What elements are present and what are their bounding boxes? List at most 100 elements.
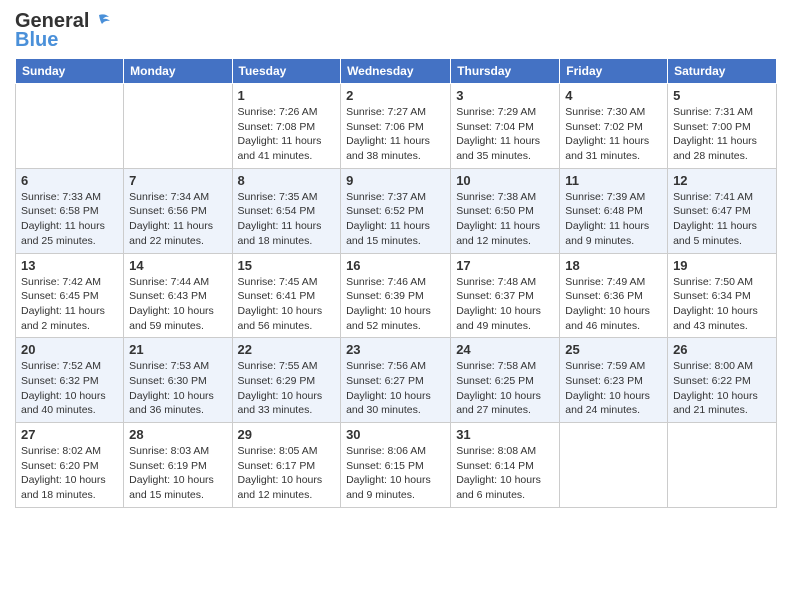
calendar-cell: 17 Sunrise: 7:48 AMSunset: 6:37 PMDayligh… [451, 253, 560, 338]
calendar-cell: 14Sunrise: 7:44 AMSunset: 6:43 PMDayligh… [124, 253, 232, 338]
calendar-cell: 16 Sunrise: 7:46 AMSunset: 6:39 PMDayligh… [341, 253, 451, 338]
day-info: Sunrise: 7:39 AMSunset: 6:48 PMDaylight:… [565, 190, 662, 249]
day-info: Sunrise: 8:06 AMSunset: 6:15 PMDaylight:… [346, 444, 445, 503]
calendar-cell: 11 Sunrise: 7:39 AMSunset: 6:48 PMDayligh… [560, 168, 668, 253]
day-info: Sunrise: 7:59 AMSunset: 6:23 PMDaylight:… [565, 359, 662, 418]
day-info: Sunrise: 7:38 AMSunset: 6:50 PMDaylight:… [456, 190, 554, 249]
day-number: 6 [21, 173, 118, 188]
calendar-cell: 20Sunrise: 7:52 AMSunset: 6:32 PMDayligh… [16, 338, 124, 423]
day-number: 21 [129, 342, 226, 357]
calendar-cell: 15Sunrise: 7:45 AMSunset: 6:41 PMDayligh… [232, 253, 341, 338]
day-number: 5 [673, 88, 771, 103]
day-number: 23 [346, 342, 445, 357]
day-number: 9 [346, 173, 445, 188]
logo-blue: Blue [15, 29, 58, 52]
day-info: Sunrise: 7:33 AMSunset: 6:58 PMDaylight:… [21, 190, 118, 249]
page: General Blue SundayMondayTuesdayWednesda… [0, 0, 792, 523]
day-number: 2 [346, 88, 445, 103]
calendar-week-row: 20Sunrise: 7:52 AMSunset: 6:32 PMDayligh… [16, 338, 777, 423]
day-number: 28 [129, 427, 226, 442]
day-info: Sunrise: 8:08 AMSunset: 6:14 PMDaylight:… [456, 444, 554, 503]
logo-bird-icon [91, 11, 113, 33]
day-info: Sunrise: 8:05 AMSunset: 6:17 PMDaylight:… [238, 444, 336, 503]
day-number: 22 [238, 342, 336, 357]
calendar-cell: 26 Sunrise: 8:00 AMSunset: 6:22 PMDayligh… [668, 338, 777, 423]
day-number: 26 [673, 342, 771, 357]
day-number: 29 [238, 427, 336, 442]
day-number: 30 [346, 427, 445, 442]
calendar-cell: 12 Sunrise: 7:41 AMSunset: 6:47 PMDayligh… [668, 168, 777, 253]
day-number: 3 [456, 88, 554, 103]
day-number: 13 [21, 258, 118, 273]
weekday-header-sunday: Sunday [16, 59, 124, 84]
day-info: Sunrise: 7:49 AMSunset: 6:36 PMDaylight:… [565, 275, 662, 334]
day-info: Sunrise: 7:27 AMSunset: 7:06 PMDaylight:… [346, 105, 445, 164]
day-info: Sunrise: 7:26 AMSunset: 7:08 PMDaylight:… [238, 105, 336, 164]
day-info: Sunrise: 7:29 AMSunset: 7:04 PMDaylight:… [456, 105, 554, 164]
day-info: Sunrise: 7:56 AMSunset: 6:27 PMDaylight:… [346, 359, 445, 418]
day-info: Sunrise: 7:34 AMSunset: 6:56 PMDaylight:… [129, 190, 226, 249]
calendar-cell: 31 Sunrise: 8:08 AMSunset: 6:14 PMDayligh… [451, 423, 560, 508]
calendar-cell: 30 Sunrise: 8:06 AMSunset: 6:15 PMDayligh… [341, 423, 451, 508]
header: General Blue [15, 10, 777, 52]
day-number: 25 [565, 342, 662, 357]
calendar-week-row: 27 Sunrise: 8:02 AMSunset: 6:20 PMDayligh… [16, 423, 777, 508]
day-info: Sunrise: 8:00 AMSunset: 6:22 PMDaylight:… [673, 359, 771, 418]
day-info: Sunrise: 7:50 AMSunset: 6:34 PMDaylight:… [673, 275, 771, 334]
calendar-cell: 19Sunrise: 7:50 AMSunset: 6:34 PMDayligh… [668, 253, 777, 338]
calendar-cell: 2 Sunrise: 7:27 AMSunset: 7:06 PMDaylight… [341, 84, 451, 169]
day-info: Sunrise: 7:48 AMSunset: 6:37 PMDaylight:… [456, 275, 554, 334]
calendar-cell: 23 Sunrise: 7:56 AMSunset: 6:27 PMDayligh… [341, 338, 451, 423]
logo: General Blue [15, 10, 113, 52]
calendar-cell: 22 Sunrise: 7:55 AMSunset: 6:29 PMDayligh… [232, 338, 341, 423]
day-number: 14 [129, 258, 226, 273]
day-info: Sunrise: 7:35 AMSunset: 6:54 PMDaylight:… [238, 190, 336, 249]
weekday-header-friday: Friday [560, 59, 668, 84]
day-info: Sunrise: 7:42 AMSunset: 6:45 PMDaylight:… [21, 275, 118, 334]
weekday-header-thursday: Thursday [451, 59, 560, 84]
day-number: 18 [565, 258, 662, 273]
day-info: Sunrise: 7:53 AMSunset: 6:30 PMDaylight:… [129, 359, 226, 418]
weekday-header-wednesday: Wednesday [341, 59, 451, 84]
day-number: 16 [346, 258, 445, 273]
day-info: Sunrise: 7:30 AMSunset: 7:02 PMDaylight:… [565, 105, 662, 164]
day-number: 1 [238, 88, 336, 103]
day-info: Sunrise: 7:41 AMSunset: 6:47 PMDaylight:… [673, 190, 771, 249]
day-info: Sunrise: 8:02 AMSunset: 6:20 PMDaylight:… [21, 444, 118, 503]
day-number: 20 [21, 342, 118, 357]
calendar-cell: 5 Sunrise: 7:31 AMSunset: 7:00 PMDaylight… [668, 84, 777, 169]
calendar-cell [16, 84, 124, 169]
day-number: 31 [456, 427, 554, 442]
day-number: 8 [238, 173, 336, 188]
calendar-cell: 10 Sunrise: 7:38 AMSunset: 6:50 PMDayligh… [451, 168, 560, 253]
calendar-cell: 1 Sunrise: 7:26 AMSunset: 7:08 PMDaylight… [232, 84, 341, 169]
day-number: 15 [238, 258, 336, 273]
calendar-cell [668, 423, 777, 508]
calendar-week-row: 6 Sunrise: 7:33 AMSunset: 6:58 PMDaylight… [16, 168, 777, 253]
day-number: 11 [565, 173, 662, 188]
calendar-cell: 28 Sunrise: 8:03 AMSunset: 6:19 PMDayligh… [124, 423, 232, 508]
weekday-header-monday: Monday [124, 59, 232, 84]
day-number: 10 [456, 173, 554, 188]
day-number: 7 [129, 173, 226, 188]
day-number: 17 [456, 258, 554, 273]
day-info: Sunrise: 7:55 AMSunset: 6:29 PMDaylight:… [238, 359, 336, 418]
calendar-cell: 6 Sunrise: 7:33 AMSunset: 6:58 PMDaylight… [16, 168, 124, 253]
calendar-week-row: 13 Sunrise: 7:42 AMSunset: 6:45 PMDayligh… [16, 253, 777, 338]
calendar-cell: 7 Sunrise: 7:34 AMSunset: 6:56 PMDaylight… [124, 168, 232, 253]
day-info: Sunrise: 8:03 AMSunset: 6:19 PMDaylight:… [129, 444, 226, 503]
calendar-cell: 24Sunrise: 7:58 AMSunset: 6:25 PMDayligh… [451, 338, 560, 423]
calendar-cell: 25 Sunrise: 7:59 AMSunset: 6:23 PMDayligh… [560, 338, 668, 423]
calendar-cell: 4Sunrise: 7:30 AMSunset: 7:02 PMDaylight… [560, 84, 668, 169]
day-number: 12 [673, 173, 771, 188]
calendar-cell: 27 Sunrise: 8:02 AMSunset: 6:20 PMDayligh… [16, 423, 124, 508]
calendar-cell: 3 Sunrise: 7:29 AMSunset: 7:04 PMDaylight… [451, 84, 560, 169]
day-number: 27 [21, 427, 118, 442]
day-info: Sunrise: 7:46 AMSunset: 6:39 PMDaylight:… [346, 275, 445, 334]
calendar-week-row: 1 Sunrise: 7:26 AMSunset: 7:08 PMDaylight… [16, 84, 777, 169]
calendar-cell: 8 Sunrise: 7:35 AMSunset: 6:54 PMDaylight… [232, 168, 341, 253]
day-info: Sunrise: 7:31 AMSunset: 7:00 PMDaylight:… [673, 105, 771, 164]
calendar-cell: 13 Sunrise: 7:42 AMSunset: 6:45 PMDayligh… [16, 253, 124, 338]
calendar-cell [560, 423, 668, 508]
day-info: Sunrise: 7:58 AMSunset: 6:25 PMDaylight:… [456, 359, 554, 418]
